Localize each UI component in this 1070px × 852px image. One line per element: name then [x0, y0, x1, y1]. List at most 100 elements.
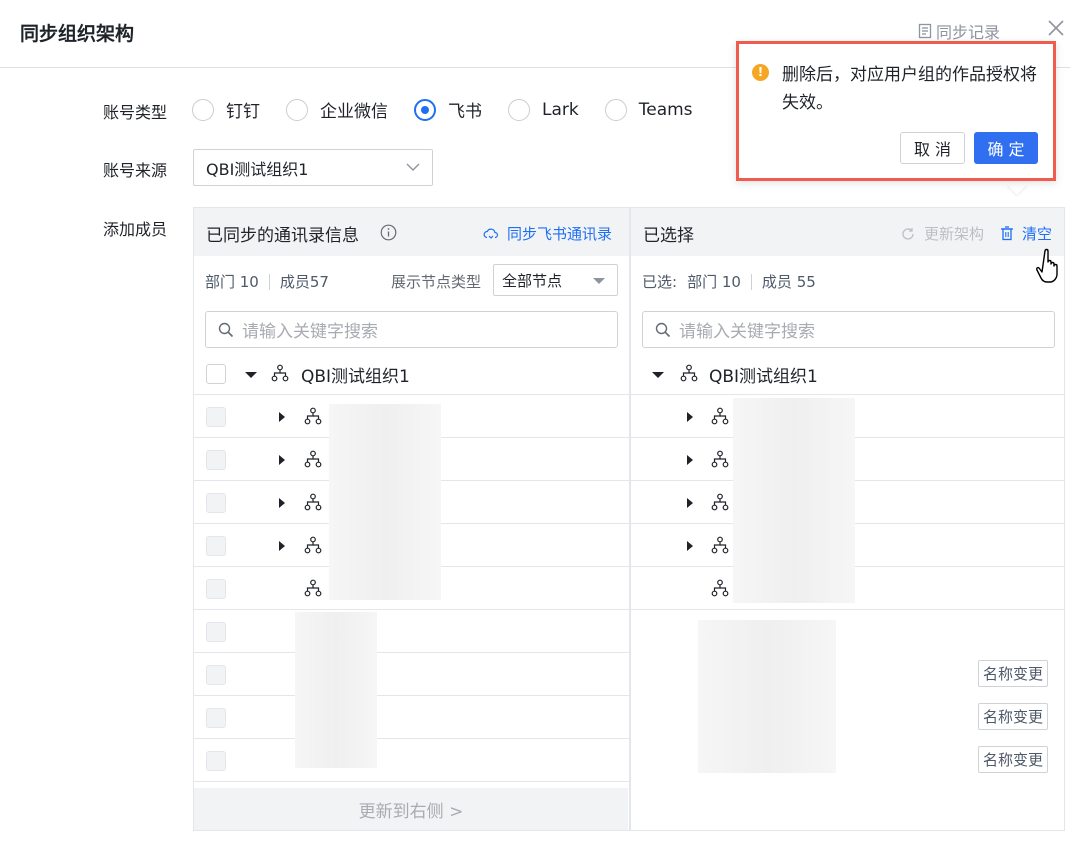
member-count: 成员 55 [761, 273, 816, 291]
update-structure-button[interactable]: 更新架构 [901, 223, 984, 244]
search-icon [218, 322, 234, 337]
rename-tag: 名称变更 [977, 746, 1048, 773]
close-icon[interactable] [1046, 18, 1066, 38]
clear-button[interactable]: 清空 [1000, 223, 1052, 244]
popconfirm-message: 删除后，对应用户组的作品授权将失效。 [782, 65, 1037, 113]
radio-label: 钉钉 [226, 102, 260, 122]
caret-down-icon[interactable] [245, 372, 257, 378]
account-type-label: 账号类型 [103, 103, 168, 122]
row-checkbox[interactable] [206, 665, 226, 685]
trash-icon [1001, 226, 1013, 241]
account-type-radio-group: 钉钉 企业微信 飞书 Lark Teams [192, 97, 719, 122]
org-tree-icon [304, 450, 322, 468]
dept-count: 部门 10 [205, 273, 259, 291]
radio-wecom[interactable]: 企业微信 [286, 97, 388, 122]
update-structure-label: 更新架构 [924, 225, 985, 243]
org-tree-icon [304, 536, 322, 554]
radio-label: Teams [638, 99, 693, 120]
confirm-button[interactable]: 确 定 [974, 132, 1038, 164]
row-checkbox[interactable] [206, 579, 226, 599]
dialog-title: 同步组织架构 [20, 23, 135, 45]
row-checkbox[interactable] [206, 407, 226, 427]
caret-right-icon[interactable] [687, 412, 693, 422]
refresh-icon [902, 227, 914, 240]
row-checkbox[interactable] [206, 708, 226, 728]
root-name: QBI测试组织1 [301, 367, 410, 387]
divider [268, 273, 270, 290]
node-type-select[interactable]: 全部节点 [493, 264, 618, 296]
radio-circle-checked[interactable] [414, 98, 436, 121]
panel-title: 已选择 [643, 226, 694, 246]
radio-circle[interactable] [508, 98, 530, 121]
row-checkbox[interactable] [206, 493, 226, 513]
member-row[interactable] [194, 695, 629, 738]
clear-label: 清空 [1022, 225, 1053, 243]
redacted-names [698, 620, 836, 773]
org-tree-icon [271, 364, 289, 382]
row-checkbox[interactable] [206, 450, 226, 470]
radio-label: Lark [542, 99, 579, 120]
rename-tag: 名称变更 [977, 660, 1048, 687]
panel-header: 已选择 更新架构 清空 [631, 208, 1064, 256]
synced-contacts-panel: 已同步的通讯录信息 同步飞书通讯录 部门 10 成员57 展示节点类型 请输入关… [193, 207, 630, 831]
search-icon [655, 322, 671, 337]
left-stats: 部门 10 成员57 [205, 271, 329, 292]
org-tree-icon [304, 407, 322, 425]
delete-popconfirm: ! 删除后，对应用户组的作品授权将失效。 取 消 确 定 [736, 41, 1056, 181]
left-search-input[interactable]: 请输入关键字搜索 [205, 311, 618, 348]
member-row[interactable] [194, 652, 629, 695]
caret-right-icon[interactable] [687, 455, 693, 465]
caret-right-icon[interactable] [687, 541, 693, 551]
sync-feishu-link[interactable]: 同步飞书通讯录 [483, 223, 612, 244]
selected-prefix: 已选: [642, 273, 678, 291]
search-placeholder: 请输入关键字搜索 [679, 322, 815, 342]
member-row[interactable]: 名称变更 [631, 738, 1064, 781]
hand-cursor-icon [1036, 248, 1058, 283]
org-tree-icon [711, 407, 729, 425]
caret-down-icon[interactable] [652, 372, 664, 378]
node-type-value: 全部节点 [502, 271, 563, 290]
row-checkbox[interactable] [206, 622, 226, 642]
org-tree-icon [711, 536, 729, 554]
root-checkbox[interactable] [206, 364, 226, 384]
redacted-names [295, 612, 377, 768]
member-row[interactable] [194, 609, 629, 652]
account-source-value: QBI测试组织1 [206, 159, 309, 179]
radio-label: 企业微信 [320, 102, 388, 122]
dept-count: 部门 10 [687, 273, 741, 291]
rename-tag: 名称变更 [977, 703, 1048, 730]
member-row[interactable] [631, 609, 1064, 652]
sync-record-link[interactable]: 同步记录 [918, 19, 1000, 43]
radio-teams[interactable]: Teams [604, 98, 693, 121]
row-checkbox[interactable] [206, 751, 226, 771]
caret-right-icon[interactable] [687, 498, 693, 508]
root-name: QBI测试组织1 [709, 367, 818, 387]
radio-circle[interactable] [604, 98, 627, 121]
update-to-right-button[interactable]: 更新到右侧 > [194, 788, 628, 830]
info-icon[interactable] [380, 224, 397, 241]
caret-right-icon[interactable] [279, 541, 285, 551]
member-row[interactable]: 名称变更 [631, 695, 1064, 738]
member-row[interactable]: 名称变更 [631, 652, 1064, 695]
radio-circle[interactable] [192, 98, 214, 121]
cloud-sync-icon [483, 228, 499, 239]
caret-right-icon[interactable] [279, 498, 285, 508]
member-row[interactable] [194, 738, 629, 781]
radio-feishu[interactable]: 飞书 [414, 97, 482, 122]
org-tree-icon [680, 364, 698, 382]
caret-right-icon[interactable] [279, 412, 285, 422]
redacted-names [733, 398, 855, 603]
org-tree-icon [711, 579, 729, 597]
radio-circle[interactable] [286, 98, 308, 121]
account-source-select[interactable]: QBI测试组织1 [193, 149, 433, 186]
row-checkbox[interactable] [206, 536, 226, 556]
org-tree-icon [711, 450, 729, 468]
caret-right-icon[interactable] [279, 455, 285, 465]
cancel-button[interactable]: 取 消 [900, 132, 965, 164]
radio-dingtalk[interactable]: 钉钉 [192, 97, 260, 122]
redacted-names [329, 404, 441, 600]
right-search-input[interactable]: 请输入关键字搜索 [642, 311, 1055, 348]
selected-panel: 已选择 更新架构 清空 已选: 部门 10 成员 55 请输入关键字搜索 QBI… [630, 207, 1065, 831]
sync-record-label: 同步记录 [936, 23, 1001, 42]
radio-lark[interactable]: Lark [508, 98, 579, 121]
